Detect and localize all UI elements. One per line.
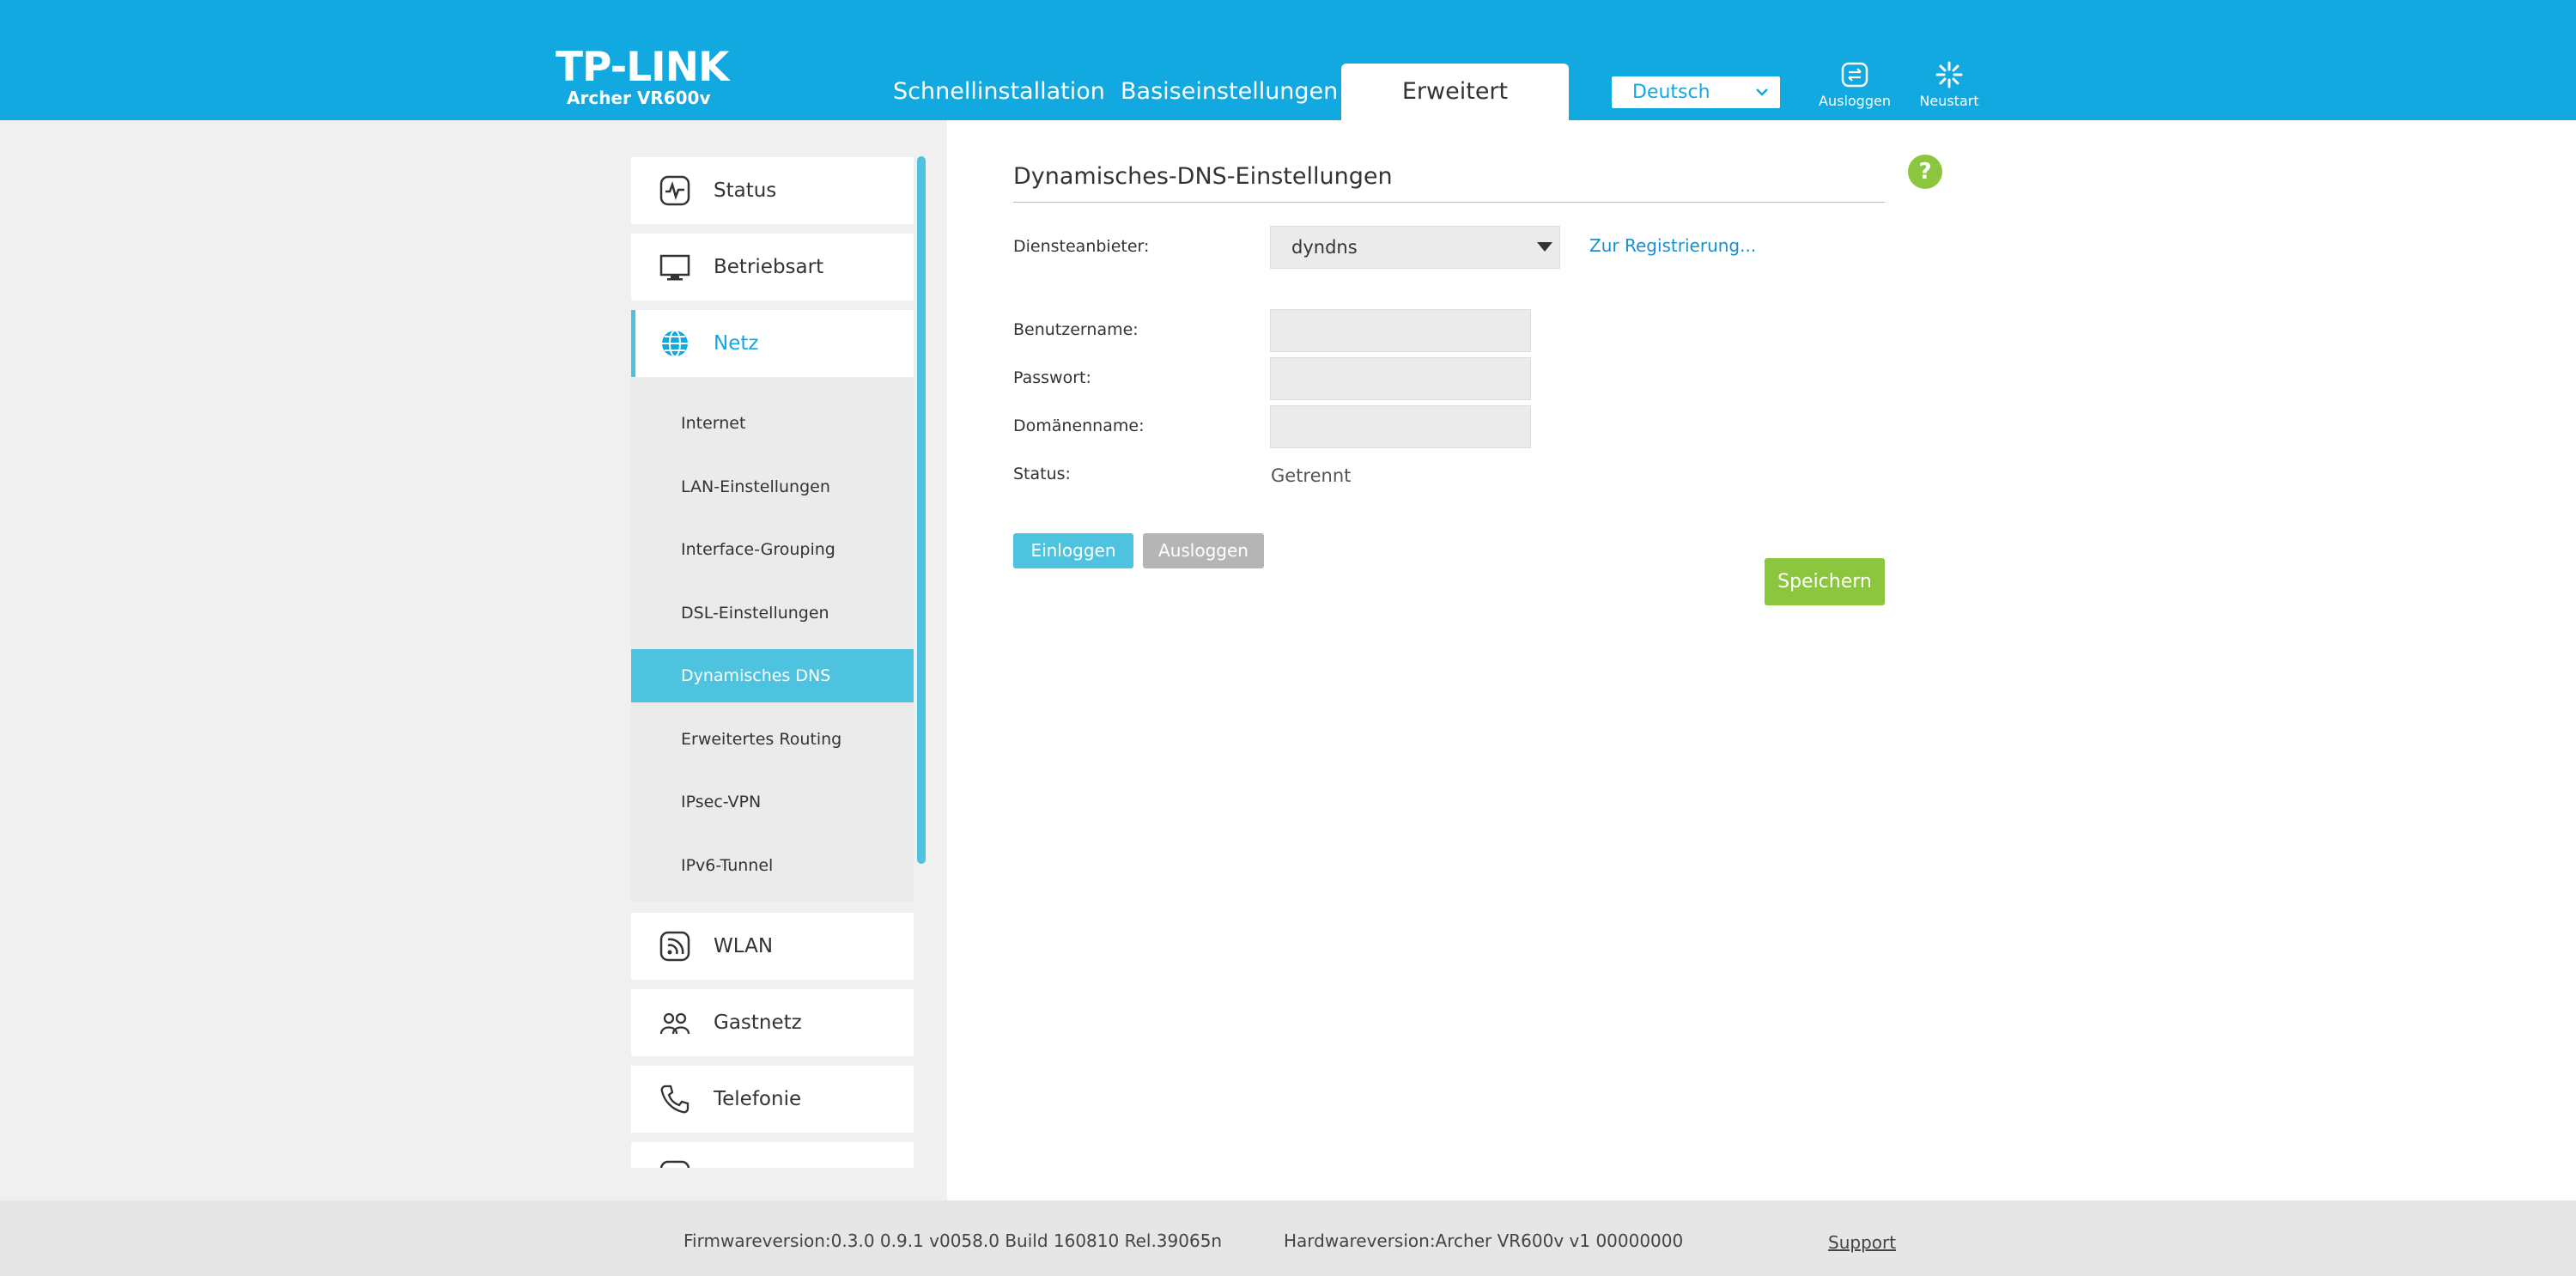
provider-select[interactable]: dyndns (1270, 226, 1560, 269)
submenu-item-ipv6-tunnel[interactable]: IPv6-Tunnel (631, 839, 914, 892)
password-label: Passwort: (1013, 368, 1091, 387)
submenu-item-ipsec[interactable]: IPsec-VPN (631, 775, 914, 829)
tab-quick-setup[interactable]: Schnellinstallation (893, 64, 1105, 120)
guests-icon (659, 1012, 690, 1035)
domain-field[interactable] (1270, 405, 1531, 448)
reboot-button[interactable]: Neustart (1908, 60, 1990, 109)
status-label: Status: (1013, 465, 1071, 483)
tab-basic-settings[interactable]: Basiseinstellungen (1121, 64, 1338, 120)
phone-icon (660, 1085, 690, 1114)
username-label: Benutzername: (1013, 320, 1139, 339)
submenu-item-label: IPsec-VPN (681, 793, 762, 811)
chevron-down-icon (1756, 88, 1768, 96)
sidebar-item-label: Gastnetz (714, 1012, 802, 1034)
sidebar-item-label: Telefonie (714, 1088, 802, 1110)
sidebar-item-label: Status (714, 179, 777, 202)
logout-ddns-button[interactable]: Ausloggen (1143, 533, 1264, 568)
reboot-label: Neustart (1919, 93, 1979, 109)
sidebar-item-label: Betriebsart (714, 256, 824, 278)
help-button[interactable]: ? (1908, 155, 1942, 189)
submenu-item-advanced-routing[interactable]: Erweitertes Routing (631, 713, 914, 766)
domain-label: Domänenname: (1013, 416, 1145, 435)
main-content (947, 120, 2576, 1200)
hardware-version: Hardwareversion:Archer VR600v v1 0000000… (1284, 1230, 1684, 1251)
brand-logo: TP-LINK (556, 44, 729, 91)
logout-label: Ausloggen (1819, 93, 1891, 109)
sidebar-item-label: WLAN (714, 935, 774, 957)
submenu-item-internet[interactable]: Internet (631, 397, 914, 450)
provider-value: dyndns (1291, 237, 1358, 258)
sidebar-item-status[interactable]: Status (631, 157, 914, 224)
submenu-item-dsl[interactable]: DSL-Einstellungen (631, 586, 914, 640)
status-icon (659, 175, 690, 206)
partial-menu-icon (659, 1160, 690, 1168)
firmware-version: Firmwareversion:0.3.0 0.9.1 v0058.0 Buil… (683, 1230, 1223, 1251)
submenu-item-label: Erweitertes Routing (681, 730, 842, 749)
sidebar-item-label: Netz (714, 332, 759, 355)
provider-label: Diensteanbieter: (1013, 237, 1150, 256)
sidebar-item-guest-network[interactable]: Gastnetz (631, 989, 914, 1056)
submenu-item-interface-grouping[interactable]: Interface-Grouping (631, 523, 914, 576)
sidebar-item-operation-mode[interactable]: Betriebsart (631, 234, 914, 301)
language-select[interactable]: Deutsch (1612, 76, 1780, 108)
submenu-item-label: Internet (681, 414, 746, 433)
logout-button[interactable]: Ausloggen (1814, 60, 1896, 109)
save-button[interactable]: Speichern (1765, 558, 1885, 605)
help-icon: ? (1918, 159, 1932, 185)
sidebar-item-partial[interactable] (631, 1142, 914, 1168)
top-header: TP-LINK Archer VR600v Schnellinstallatio… (0, 0, 2576, 120)
footer: Firmwareversion:0.3.0 0.9.1 v0058.0 Buil… (0, 1200, 2576, 1276)
submenu-item-lan[interactable]: LAN-Einstellungen (631, 460, 914, 513)
register-link[interactable]: Zur Registrierung... (1589, 235, 1756, 256)
submenu-item-label: IPv6-Tunnel (681, 856, 774, 875)
submenu-item-ddns[interactable]: Dynamisches DNS (631, 649, 914, 702)
login-button[interactable]: Einloggen (1013, 533, 1133, 568)
support-link[interactable]: Support (1828, 1232, 1896, 1253)
logout-icon (1841, 62, 1868, 88)
submenu-item-label: LAN-Einstellungen (681, 477, 830, 496)
username-field[interactable] (1270, 309, 1531, 352)
title-divider (1013, 202, 1885, 203)
wifi-icon (659, 931, 690, 962)
tab-advanced[interactable]: Erweitert (1341, 64, 1569, 120)
globe-icon (662, 330, 688, 357)
sidebar-scrollbar[interactable] (917, 156, 926, 864)
caret-down-icon (1537, 242, 1552, 252)
submenu-item-label: Interface-Grouping (681, 540, 835, 559)
page-title: Dynamisches-DNS-Einstellungen (1013, 163, 1393, 190)
submenu-item-label: DSL-Einstellungen (681, 604, 829, 623)
password-field[interactable] (1270, 357, 1531, 400)
sidebar-item-wlan[interactable]: WLAN (631, 913, 914, 980)
sidebar-item-network[interactable]: Netz (631, 310, 914, 377)
status-value: Getrennt (1271, 465, 1352, 486)
reboot-icon (1935, 61, 1963, 88)
language-value: Deutsch (1632, 82, 1710, 103)
model-name: Archer VR600v (567, 88, 711, 108)
monitor-icon (659, 254, 690, 281)
submenu-item-label: Dynamisches DNS (681, 666, 831, 685)
sidebar-item-telephony[interactable]: Telefonie (631, 1066, 914, 1133)
